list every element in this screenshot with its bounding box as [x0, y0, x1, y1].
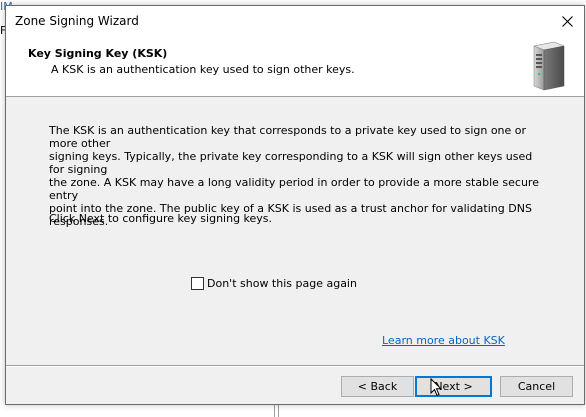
page-title: Key Signing Key (KSK) [28, 47, 168, 60]
footer-divider [6, 365, 584, 367]
close-icon [561, 15, 573, 27]
mouse-pointer-icon [430, 378, 442, 397]
background-scroll-fragment [274, 404, 279, 417]
server-icon [533, 41, 565, 91]
description-line: The KSK is an authentication key that co… [49, 124, 527, 150]
instruction-text: Click Next to configure key signing keys… [49, 212, 273, 225]
back-button[interactable]: < Back [341, 376, 414, 397]
checkbox-box[interactable] [191, 277, 204, 290]
page-subtitle: A KSK is an authentication key used to s… [51, 63, 355, 76]
next-button[interactable]: Next > [415, 376, 492, 397]
title-bar: Zone Signing Wizard [6, 6, 584, 36]
window-title: Zone Signing Wizard [15, 14, 139, 28]
description-line: signing keys. Typically, the private key… [49, 150, 533, 176]
learn-more-link[interactable]: Learn more about KSK [382, 334, 505, 347]
close-button[interactable] [550, 6, 584, 36]
checkbox-label: Don't show this page again [207, 277, 357, 290]
zone-signing-wizard-dialog: Zone Signing Wizard Key Signing Key (KSK… [5, 5, 585, 405]
dont-show-again-checkbox[interactable]: Don't show this page again [191, 277, 357, 290]
cancel-button[interactable]: Cancel [500, 376, 573, 397]
description-line: the zone. A KSK may have a long validity… [49, 176, 539, 202]
wizard-header: Key Signing Key (KSK) A KSK is an authen… [6, 36, 584, 97]
